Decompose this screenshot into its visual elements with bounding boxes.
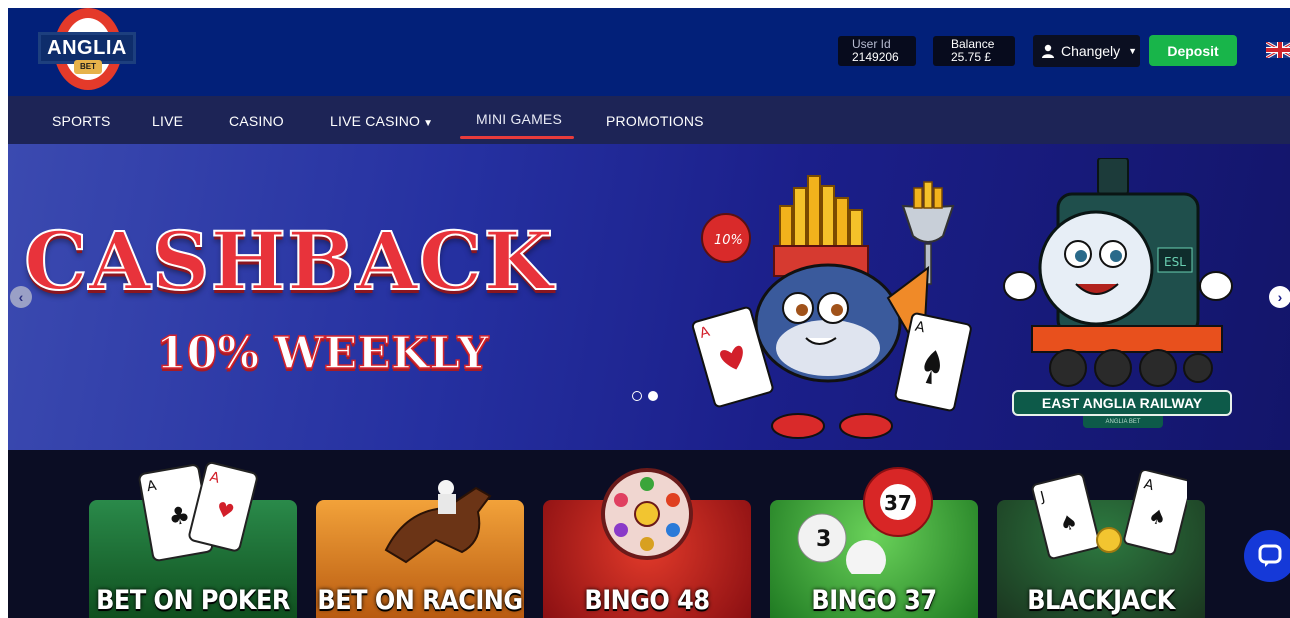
uk-flag-icon[interactable] (1266, 42, 1290, 58)
fries-box (773, 175, 869, 277)
game-card-bingo-37[interactable]: 3 37 BINGO 37 (770, 467, 978, 618)
chevron-down-icon: ▼ (1128, 46, 1138, 56)
user-icon (1042, 44, 1054, 58)
active-nav-underline (460, 136, 574, 139)
user-id-box: User Id 2149206 (838, 36, 916, 66)
banner-title: CASHBACK (23, 213, 554, 309)
banner-subtitle: 10% WEEKLY (155, 327, 489, 380)
chevron-down-icon: ▼ (423, 118, 434, 129)
top-header: ANGLIA BET User Id 2149206 Balance 25.75… (8, 8, 1290, 96)
chat-bubble-icon (1258, 544, 1282, 567)
balance-box: Balance 25.75 £ (933, 36, 1015, 66)
game-card-bingo-48[interactable]: BINGO 48 (543, 468, 751, 618)
game-card-poker[interactable]: A ♣ A ♥ BET ON POKER (89, 461, 297, 618)
nav-item-live-casino[interactable]: LIVE CASINO ▼ (330, 96, 433, 144)
nav-item-casino[interactable]: CASINO (229, 96, 284, 144)
uk-flag-svg (1266, 42, 1290, 58)
fish-mascot-illustration: 10% A A (691, 175, 972, 439)
svg-text:3: 3 (816, 527, 831, 552)
game-label: BET ON POKER (96, 584, 290, 616)
blackjack-cards-icon: J♠ A♠ (1031, 470, 1187, 560)
train-mascot-illustration: ESL (1003, 158, 1233, 387)
game-label: BINGO 37 (811, 584, 937, 616)
game-label: BET ON RACING (317, 584, 523, 616)
user-menu-button[interactable]: Changely ▼ (1033, 35, 1140, 67)
logo-subtext: BET (74, 60, 102, 74)
live-chat-button[interactable] (1244, 530, 1290, 582)
balance-value: 25.75 £ (951, 50, 992, 64)
page-frame: ANGLIA BET User Id 2149206 Balance 25.75… (8, 8, 1290, 618)
game-card-racing[interactable]: BET ON RACING (316, 480, 524, 618)
user-name: Changely (1061, 43, 1121, 59)
anglia-bet-logo[interactable]: ANGLIA BET (38, 8, 136, 92)
apple-percent-text: 10% (714, 233, 743, 248)
svg-text:37: 37 (884, 491, 912, 515)
horse-racing-icon (384, 480, 492, 564)
playing-cards-icon: A♣ A♥ (138, 461, 258, 562)
deposit-button[interactable]: Deposit (1149, 35, 1237, 66)
bingo-wheel-icon (601, 468, 693, 560)
railway-label: EAST ANGLIA RAILWAY (1012, 390, 1232, 416)
mini-games-row: A ♣ A ♥ BET ON POKER BET ON RACING BINGO… (8, 450, 1290, 618)
promo-banner[interactable]: CASHBACK 10% WEEKLY 10% A A ESL EAST ANG… (8, 144, 1290, 450)
nav-item-sports[interactable]: SPORTS (52, 96, 111, 144)
main-nav: SPORTS LIVE CASINO LIVE CASINO ▼ MINI GAM… (8, 96, 1290, 144)
nav-item-promotions[interactable]: PROMOTIONS (606, 96, 704, 144)
bingo-balls-icon: 3 37 (797, 467, 933, 574)
carousel-dot-1[interactable] (632, 391, 642, 401)
carousel-next-button[interactable]: › (1269, 286, 1290, 308)
carousel-dot-2[interactable] (648, 391, 658, 401)
user-id-value: 2149206 (852, 50, 899, 64)
train-badge-text: ESL (1164, 255, 1186, 269)
nav-item-live-casino-label: LIVE CASINO (330, 113, 421, 129)
nav-item-live[interactable]: LIVE (152, 96, 183, 144)
game-card-blackjack[interactable]: J ♠ A ♠ BLACKJACK (997, 470, 1205, 618)
carousel-prev-button[interactable]: ‹ (10, 286, 32, 308)
game-label: BLACKJACK (1027, 584, 1175, 616)
game-label: BINGO 48 (584, 584, 710, 616)
railway-sublabel: ANGLIA BET (1083, 416, 1163, 428)
